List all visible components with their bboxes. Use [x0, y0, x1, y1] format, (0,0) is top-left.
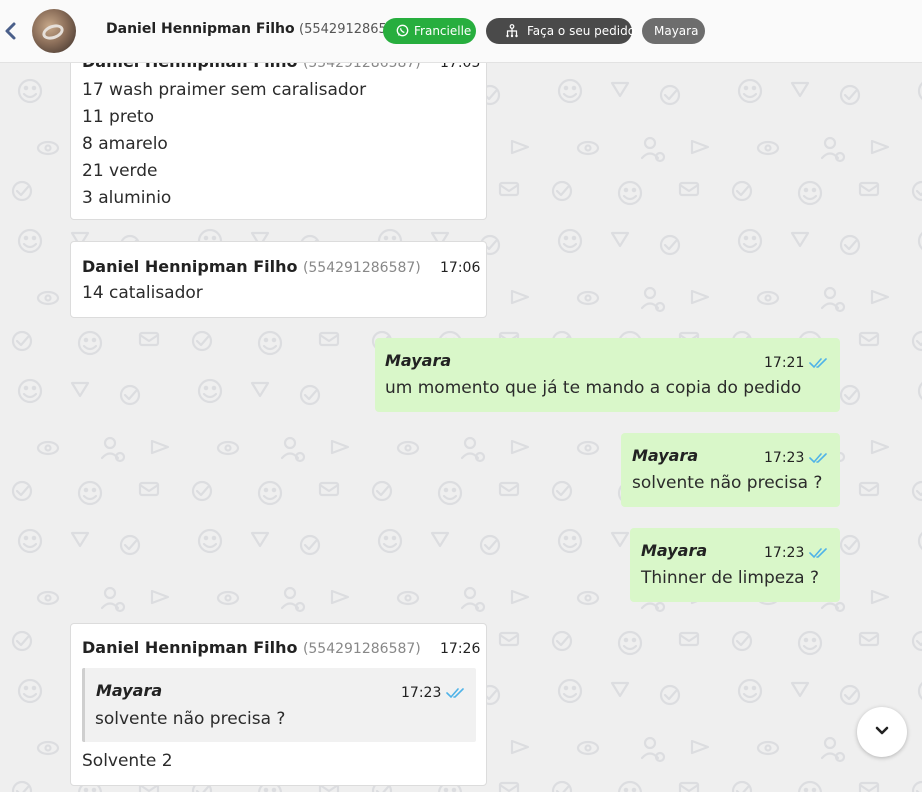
quoted-message[interactable]: Mayara 17:23 solvente não precisa ?: [82, 668, 476, 742]
incoming-message: Daniel Hennipman Filho (554291286587) 17…: [70, 63, 487, 220]
quoted-text: solvente não precisa ?: [95, 709, 286, 729]
outgoing-message: Mayara 17:23 Thinner de limpeza ?: [630, 528, 840, 602]
chat-header: Daniel Hennipman Filho (554291286587) Fr…: [0, 0, 922, 63]
sender-phone: (554291286587): [302, 260, 421, 276]
read-receipt-icon: [809, 453, 827, 464]
sender-name: Mayara: [641, 541, 708, 560]
message-list[interactable]: Daniel Hennipman Filho (554291286587) 17…: [0, 63, 922, 792]
tag-faca-o-seu-pedido[interactable]: Faça o seu pedido: [486, 18, 636, 44]
sender-name: Daniel Hennipman Filho: [82, 257, 298, 276]
scroll-to-bottom-button[interactable]: [857, 707, 907, 757]
tag-label: Francielle: [414, 24, 472, 38]
read-receipt-icon: [809, 358, 827, 369]
quoted-time: 17:23: [401, 685, 442, 701]
chevron-down-icon: [875, 726, 889, 735]
message-time: 17:05: [440, 63, 481, 71]
message-text: um momento que já te mando a copia do pe…: [385, 378, 802, 398]
message-line: 3 aluminio: [82, 188, 172, 208]
outgoing-message: Mayara 17:23 solvente não precisa ?: [621, 433, 840, 507]
sender-name: Mayara: [632, 446, 699, 465]
back-arrow-icon[interactable]: [3, 21, 19, 41]
message-time: 17:06: [440, 260, 481, 276]
contact-name: Daniel Hennipman Filho: [106, 21, 295, 37]
tag-label: Faça o seu pedido: [527, 24, 636, 38]
message-time: 17:23: [764, 450, 805, 466]
message-text: 14 catalisador: [82, 283, 203, 303]
read-receipt-icon: [446, 688, 464, 699]
read-receipt-icon: [809, 548, 827, 559]
sender-phone: (554291286587): [302, 641, 421, 657]
sender-name: Daniel Hennipman Filho: [82, 638, 298, 657]
message-text: Thinner de limpeza ?: [641, 568, 819, 588]
tag-label: Mayara: [654, 24, 699, 38]
contact-title: Daniel Hennipman Filho (554291286587): [106, 21, 408, 37]
message-text: solvente não precisa ?: [632, 473, 823, 493]
sender-phone: (554291286587): [302, 63, 421, 71]
sender-name: Mayara: [385, 351, 452, 370]
message-time: 17:23: [764, 545, 805, 561]
whatsapp-icon: [396, 24, 409, 37]
outgoing-message: Mayara 17:21 um momento que já te mando …: [375, 338, 840, 412]
sender-name: Daniel Hennipman Filho: [82, 63, 298, 71]
message-text: Solvente 2: [82, 751, 173, 771]
avatar[interactable]: [32, 9, 76, 53]
quoted-sender: Mayara: [96, 681, 163, 700]
message-line: 8 amarelo: [82, 134, 168, 154]
incoming-message: Daniel Hennipman Filho (554291286587) 17…: [70, 241, 487, 318]
tag-francielle[interactable]: Francielle: [383, 18, 476, 44]
message-line: 11 preto: [82, 107, 154, 127]
tag-mayara[interactable]: Mayara: [642, 18, 705, 44]
incoming-message: Daniel Hennipman Filho (554291286587) 17…: [70, 623, 487, 786]
message-time: 17:21: [764, 355, 805, 371]
message-line: 21 verde: [82, 161, 158, 181]
message-line: 17 wash praimer sem caralisador: [82, 80, 367, 100]
message-time: 17:26: [440, 641, 481, 657]
flow-icon: [506, 24, 518, 38]
